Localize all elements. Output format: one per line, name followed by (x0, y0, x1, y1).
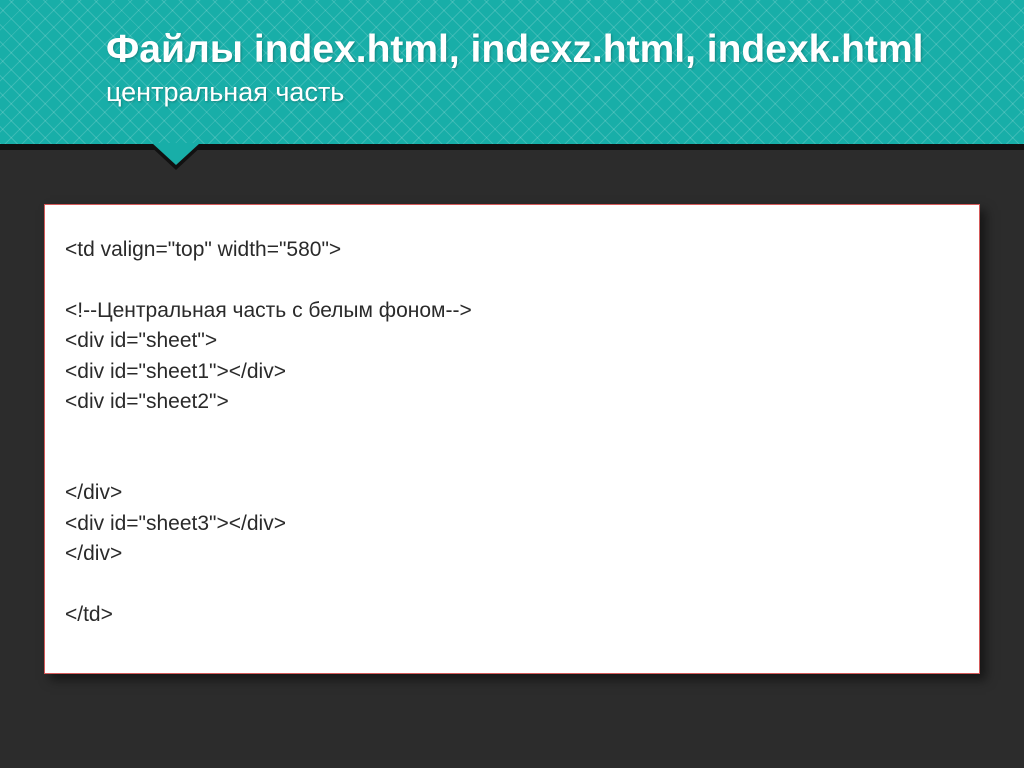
code-line: <div id="sheet"> (65, 326, 959, 356)
slide-body: <td valign="top" width="580"> <!--Централ… (0, 150, 1024, 714)
code-line (65, 417, 959, 447)
code-line: <div id="sheet2"> (65, 387, 959, 417)
code-line: <div id="sheet1"></div> (65, 357, 959, 387)
slide-header: Файлы index.html, indexz.html, indexk.ht… (0, 0, 1024, 150)
code-line (65, 570, 959, 600)
code-line (65, 265, 959, 295)
code-line: <!--Центральная часть с белым фоном--> (65, 296, 959, 326)
slide-subtitle: центральная часть (106, 77, 976, 108)
code-line: <div id="sheet3"></div> (65, 509, 959, 539)
slide-title: Файлы index.html, indexz.html, indexk.ht… (106, 28, 976, 73)
code-block: <td valign="top" width="580"> <!--Централ… (44, 204, 980, 674)
code-line: <td valign="top" width="580"> (65, 235, 959, 265)
code-line (65, 448, 959, 478)
code-line: </div> (65, 478, 959, 508)
code-line: </div> (65, 539, 959, 569)
header-arrow-icon (148, 144, 204, 170)
code-line: </td> (65, 600, 959, 630)
